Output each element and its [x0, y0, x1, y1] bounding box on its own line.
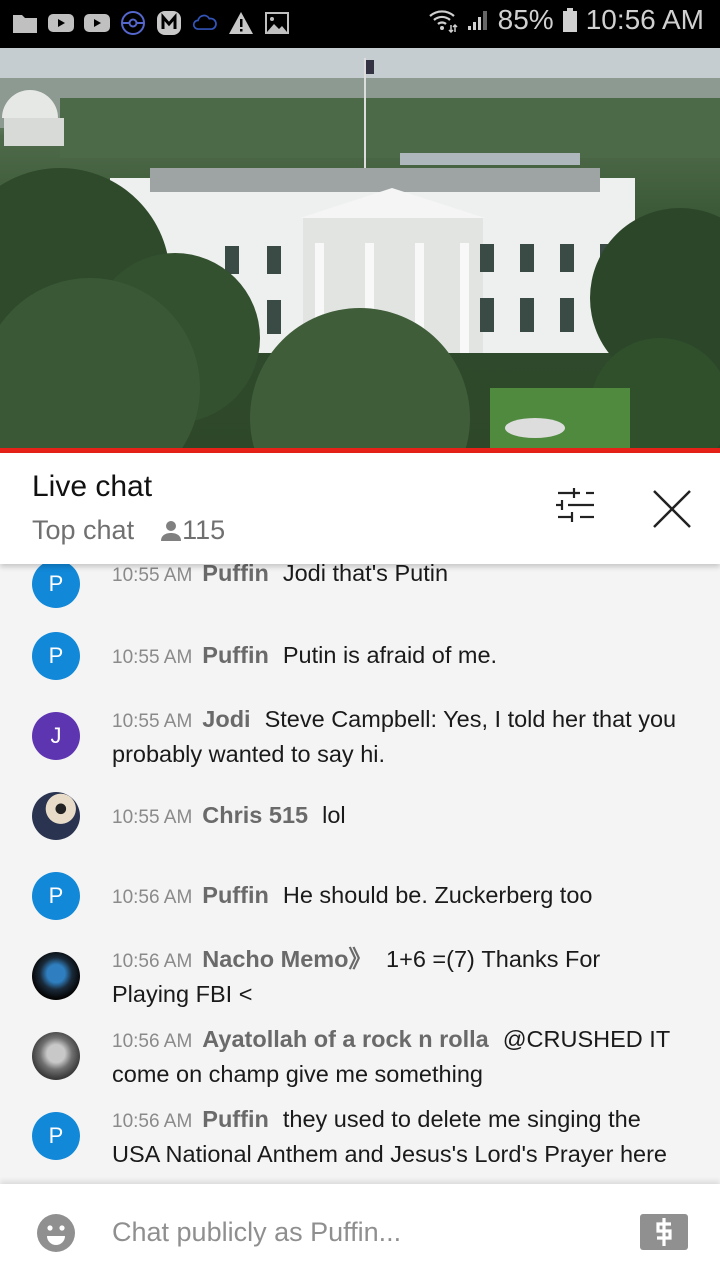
person-icon [161, 520, 182, 541]
battery-icon [562, 8, 577, 32]
avatar[interactable]: P [32, 632, 80, 680]
message-time: 10:56 AM [112, 1111, 193, 1132]
message-author[interactable]: Puffin [202, 564, 269, 586]
cloud-icon [192, 14, 217, 30]
image-icon [265, 12, 289, 34]
message-author[interactable]: Puffin [202, 1106, 269, 1132]
clock: 10:56 AM [585, 4, 704, 35]
avatar[interactable] [32, 952, 80, 1000]
message-author[interactable]: Nacho Memo》 [202, 946, 372, 972]
video-frame-white-house [0, 48, 720, 450]
message-text: Putin is afraid of me. [282, 642, 498, 668]
message-time: 10:56 AM [112, 887, 193, 908]
dollar-icon [656, 1218, 672, 1246]
viewer-count-value: 115 [182, 515, 226, 545]
youtube-icon [48, 14, 74, 32]
message-time: 10:55 AM [112, 807, 193, 828]
emoji-icon[interactable] [36, 1213, 76, 1253]
youtube-icon [84, 14, 110, 32]
folder-icon [13, 15, 37, 33]
chat-composer [0, 1184, 720, 1280]
battery-percent: 85% [497, 4, 554, 35]
status-bar: 85% 10:56 AM [0, 0, 720, 48]
message-text: they used to delete me singing the USA N… [112, 1106, 667, 1167]
viewer-count: 115 [160, 515, 225, 546]
system-status: 85% 10:56 AM [428, 4, 704, 36]
message-author[interactable]: Puffin [202, 882, 269, 908]
chat-mode-selector[interactable]: Top chat 115 [32, 515, 225, 546]
signal-icon [467, 11, 487, 30]
message-time: 10:56 AM [112, 1031, 193, 1052]
warning-icon [229, 12, 253, 34]
message-time: 10:55 AM [112, 565, 193, 586]
chat-title: Live chat [32, 470, 153, 503]
m-app-icon [157, 11, 181, 35]
message-author[interactable]: Jodi [202, 706, 250, 732]
message-author[interactable]: Ayatollah of a rock n rolla [202, 1026, 488, 1052]
avatar[interactable]: J [32, 712, 80, 760]
message-text: Jodi that's Putin [282, 564, 449, 586]
avatar[interactable]: P [32, 1112, 80, 1160]
pokeball-icon [121, 11, 145, 35]
avatar[interactable] [32, 1032, 80, 1080]
filter-settings-icon[interactable] [552, 487, 598, 527]
chat-message-list[interactable]: P 10:55 AM Puffin Jodi that's Putin P 10:5… [0, 564, 720, 1182]
message-text: He should be. Zuckerberg too [282, 882, 593, 908]
message-text: lol [322, 802, 346, 828]
wifi-icon [428, 10, 458, 33]
chat-input[interactable] [112, 1212, 612, 1252]
message-time: 10:56 AM [112, 951, 193, 972]
avatar[interactable]: P [32, 564, 80, 608]
avatar[interactable]: P [32, 872, 80, 920]
message-time: 10:55 AM [112, 647, 193, 668]
message-author[interactable]: Puffin [202, 642, 269, 668]
chat-mode-label: Top chat [32, 515, 135, 545]
super-chat-button[interactable] [640, 1214, 688, 1250]
message-time: 10:55 AM [112, 711, 193, 732]
avatar[interactable] [32, 792, 80, 840]
notification-icons [12, 10, 290, 36]
message-author[interactable]: Chris 515 [202, 802, 308, 828]
live-chat-header: Live chat Top chat 115 [0, 453, 720, 564]
close-icon[interactable] [650, 487, 694, 531]
video-player[interactable] [0, 48, 720, 450]
message-text: Steve Campbell: Yes, I told her that you… [112, 706, 677, 767]
